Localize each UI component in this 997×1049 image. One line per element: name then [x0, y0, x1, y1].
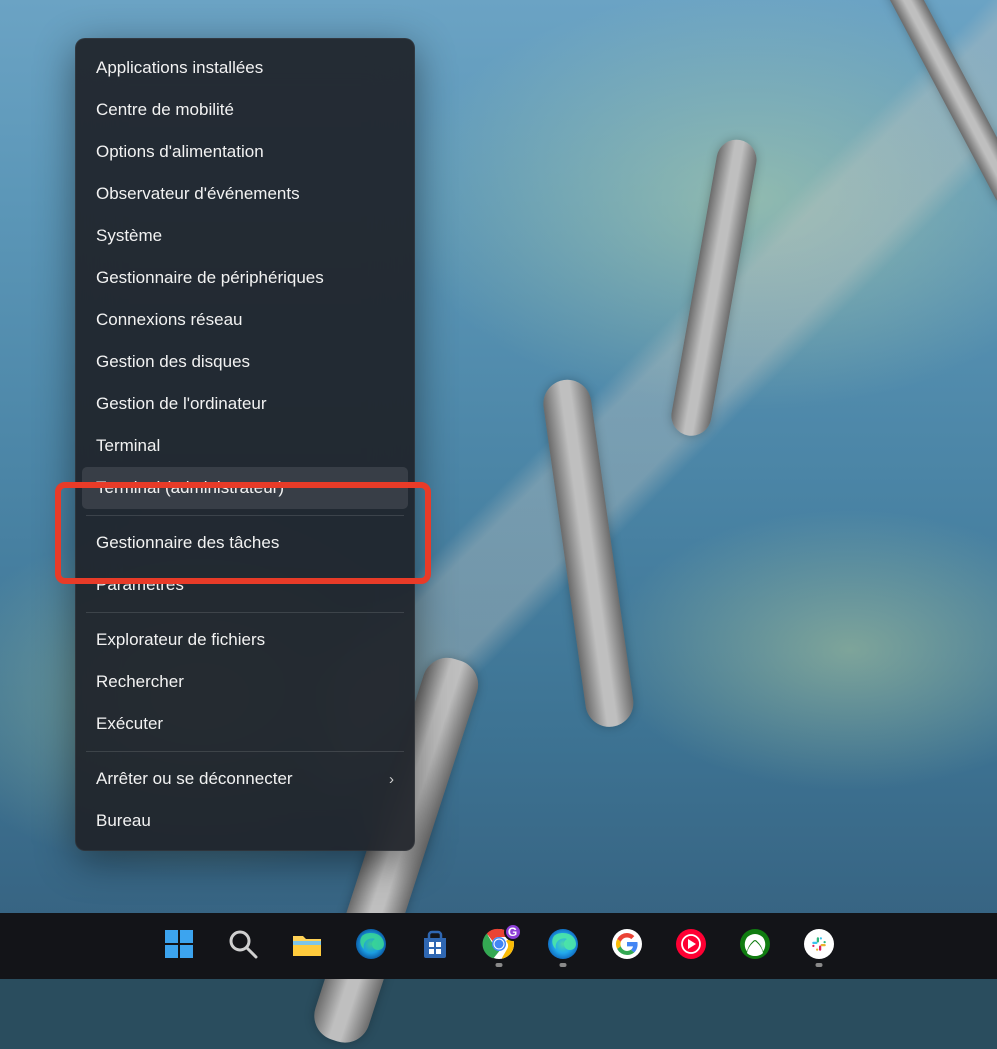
chevron-right-icon: ›: [389, 771, 394, 788]
menu-item-terminal-admin[interactable]: Terminal (administrateur): [82, 467, 408, 509]
menu-item-label: Gestionnaire des tâches: [96, 533, 279, 553]
menu-item-label: Gestion des disques: [96, 352, 250, 372]
menu-separator: [86, 515, 404, 516]
menu-item-disk-management[interactable]: Gestion des disques: [82, 341, 408, 383]
menu-item-settings[interactable]: Paramètres: [82, 564, 408, 606]
running-indicator: [815, 963, 822, 967]
menu-item-label: Arrêter ou se déconnecter: [96, 769, 293, 789]
taskbar-file-explorer[interactable]: [284, 923, 330, 969]
menu-item-label: Paramètres: [96, 575, 184, 595]
menu-item-task-manager[interactable]: Gestionnaire des tâches: [82, 522, 408, 564]
store-icon: [418, 927, 452, 966]
menu-item-mobility-center[interactable]: Centre de mobilité: [82, 89, 408, 131]
taskbar-microsoft-store[interactable]: [412, 923, 458, 969]
start-icon: [162, 927, 196, 966]
slack-icon: [802, 927, 836, 966]
taskbar: G: [0, 913, 997, 979]
edge-canary-icon: [546, 927, 580, 966]
menu-item-terminal[interactable]: Terminal: [82, 425, 408, 467]
menu-item-computer-management[interactable]: Gestion de l'ordinateur: [82, 383, 408, 425]
menu-item-installed-apps[interactable]: Applications installées: [82, 47, 408, 89]
menu-separator: [86, 751, 404, 752]
search-icon: [226, 927, 260, 966]
running-indicator: [495, 963, 502, 967]
notification-badge: G: [504, 923, 522, 941]
edge-icon: [354, 927, 388, 966]
google-icon: [610, 927, 644, 966]
taskbar-start[interactable]: [156, 923, 202, 969]
menu-item-search[interactable]: Rechercher: [82, 661, 408, 703]
menu-item-network-connections[interactable]: Connexions réseau: [82, 299, 408, 341]
youtube-music-icon: [674, 927, 708, 966]
menu-item-label: Observateur d'événements: [96, 184, 300, 204]
menu-item-label: Gestionnaire de périphériques: [96, 268, 324, 288]
menu-item-label: Exécuter: [96, 714, 163, 734]
taskbar-google[interactable]: [604, 923, 650, 969]
taskbar-slack[interactable]: [796, 923, 842, 969]
menu-item-label: Connexions réseau: [96, 310, 242, 330]
menu-item-label: Gestion de l'ordinateur: [96, 394, 267, 414]
menu-item-label: Terminal: [96, 436, 160, 456]
menu-item-desktop[interactable]: Bureau: [82, 800, 408, 842]
menu-item-device-manager[interactable]: Gestionnaire de périphériques: [82, 257, 408, 299]
taskbar-edge-canary[interactable]: [540, 923, 586, 969]
menu-item-run[interactable]: Exécuter: [82, 703, 408, 745]
file-explorer-icon: [290, 927, 324, 966]
menu-item-label: Options d'alimentation: [96, 142, 264, 162]
menu-item-label: Centre de mobilité: [96, 100, 234, 120]
taskbar-chrome[interactable]: G: [476, 923, 522, 969]
menu-item-power-options[interactable]: Options d'alimentation: [82, 131, 408, 173]
menu-item-event-viewer[interactable]: Observateur d'événements: [82, 173, 408, 215]
menu-item-system[interactable]: Système: [82, 215, 408, 257]
winx-context-menu: Applications installées Centre de mobilit…: [75, 38, 415, 851]
menu-item-label: Bureau: [96, 811, 151, 831]
taskbar-youtube-music[interactable]: [668, 923, 714, 969]
taskbar-edge[interactable]: [348, 923, 394, 969]
menu-item-file-explorer[interactable]: Explorateur de fichiers: [82, 619, 408, 661]
menu-item-label: Applications installées: [96, 58, 263, 78]
menu-separator: [86, 612, 404, 613]
menu-item-label: Système: [96, 226, 162, 246]
xbox-icon: [738, 927, 772, 966]
menu-item-label: Explorateur de fichiers: [96, 630, 265, 650]
taskbar-xbox[interactable]: [732, 923, 778, 969]
menu-item-label: Terminal (administrateur): [96, 478, 284, 498]
menu-item-shutdown-signout[interactable]: Arrêter ou se déconnecter ›: [82, 758, 408, 800]
taskbar-search[interactable]: [220, 923, 266, 969]
menu-item-label: Rechercher: [96, 672, 184, 692]
running-indicator: [559, 963, 566, 967]
